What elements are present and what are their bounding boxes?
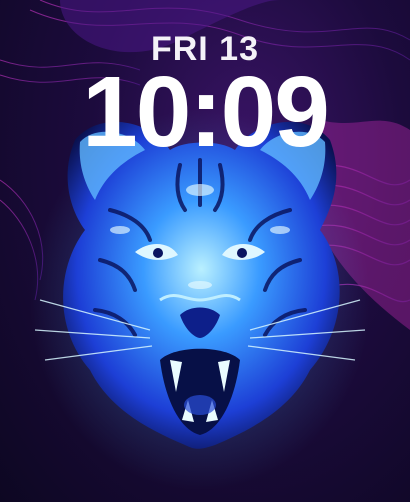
lock-screen: FRI 13 10:09 [0, 0, 410, 502]
lock-screen-clock: 10:09 [82, 56, 330, 168]
